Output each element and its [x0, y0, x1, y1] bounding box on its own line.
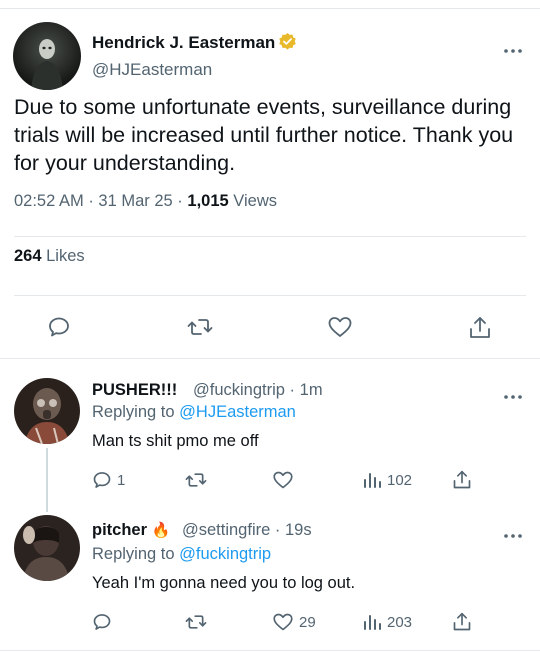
share-icon[interactable]	[468, 315, 492, 341]
reply-time[interactable]: 19s	[285, 521, 312, 539]
reply-handle-line: @settingfire · 19s	[182, 521, 312, 540]
tweet-meta: 02:52 AM · 31 Mar 25 · 1,015 Views	[14, 192, 277, 211]
author-avatar[interactable]	[13, 22, 81, 90]
meta-separator: ·	[289, 381, 296, 399]
views-button[interactable]: 203	[362, 612, 412, 632]
tweet-time[interactable]: 02:52 AM	[14, 192, 84, 210]
divider	[0, 358, 540, 359]
views-count: 102	[387, 471, 413, 489]
reply-handle-line: @fuckingtrip · 1m	[193, 381, 323, 400]
views-count: 203	[387, 613, 413, 631]
tweet-text: Due to some unfortunate events, surveill…	[14, 95, 514, 175]
verified-badge-icon	[278, 32, 297, 56]
share-icon	[452, 469, 472, 491]
share-button[interactable]	[452, 469, 472, 491]
top-divider	[0, 8, 540, 9]
likes-stat[interactable]: 264 Likes	[14, 247, 85, 266]
reply-button[interactable]: 1	[92, 470, 125, 490]
retweet-icon[interactable]	[187, 315, 213, 339]
thread-line	[46, 448, 48, 512]
reply-button[interactable]	[92, 612, 117, 632]
more-icon[interactable]	[503, 526, 523, 538]
views-count: 1,015	[187, 192, 229, 210]
retweet-icon	[185, 612, 207, 632]
replying-to-link[interactable]: @fuckingtrip	[179, 545, 271, 563]
views-button[interactable]: 102	[362, 470, 412, 490]
share-icon	[452, 611, 472, 633]
replying-prefix: Replying to	[92, 545, 175, 563]
reply-handle[interactable]: @fuckingtrip	[193, 381, 285, 399]
like-count: 29	[299, 613, 316, 631]
fire-emoji: 🔥	[151, 522, 171, 539]
like-icon	[272, 470, 294, 490]
replying-to: Replying to @fuckingtrip	[92, 545, 271, 564]
like-button[interactable]	[272, 470, 299, 490]
reply-text: Yeah I'm gonna need you to log out.	[92, 574, 356, 592]
more-icon[interactable]	[503, 41, 523, 53]
reply-handle[interactable]: @settingfire	[182, 521, 270, 539]
views-icon	[362, 612, 382, 632]
retweet-icon	[185, 470, 207, 490]
reply-avatar[interactable]	[14, 378, 80, 444]
author-name-text: Hendrick J. Easterman	[92, 33, 276, 52]
views-icon	[362, 470, 382, 490]
likes-label: Likes	[46, 247, 85, 265]
replying-to: Replying to @HJEasterman	[92, 403, 296, 422]
reply-author-name-text: pitcher	[92, 521, 148, 539]
divider	[14, 295, 526, 296]
meta-separator: ·	[88, 192, 94, 210]
retweet-button[interactable]	[185, 612, 212, 632]
tweet-date[interactable]: 31 Mar 25	[98, 192, 172, 210]
reply-icon	[92, 612, 112, 632]
retweet-button[interactable]	[185, 470, 212, 490]
author-handle[interactable]: @HJEasterman	[92, 60, 212, 80]
meta-separator: ·	[274, 521, 281, 539]
reply-time[interactable]: 1m	[300, 381, 323, 399]
reply-text: Man ts shit pmo me off	[92, 432, 259, 450]
reply-icon	[92, 470, 112, 490]
reply-icon[interactable]	[47, 315, 71, 339]
like-icon	[272, 612, 294, 632]
reply-author-name[interactable]: PUSHER!!!	[92, 381, 177, 400]
like-button[interactable]: 29	[272, 612, 316, 632]
reply-avatar[interactable]	[14, 515, 80, 581]
reply-count: 1	[117, 471, 126, 489]
author-name[interactable]: Hendrick J. Easterman	[92, 32, 297, 56]
divider	[0, 650, 540, 651]
meta-separator: ·	[177, 192, 183, 210]
views-label: Views	[233, 192, 277, 210]
replying-prefix: Replying to	[92, 403, 175, 421]
like-icon[interactable]	[327, 315, 353, 339]
share-button[interactable]	[452, 611, 472, 633]
divider	[14, 236, 526, 237]
reply-author-name[interactable]: pitcher 🔥	[92, 521, 170, 540]
replying-to-link[interactable]: @HJEasterman	[179, 403, 296, 421]
likes-count: 264	[14, 247, 42, 265]
more-icon[interactable]	[503, 387, 523, 399]
